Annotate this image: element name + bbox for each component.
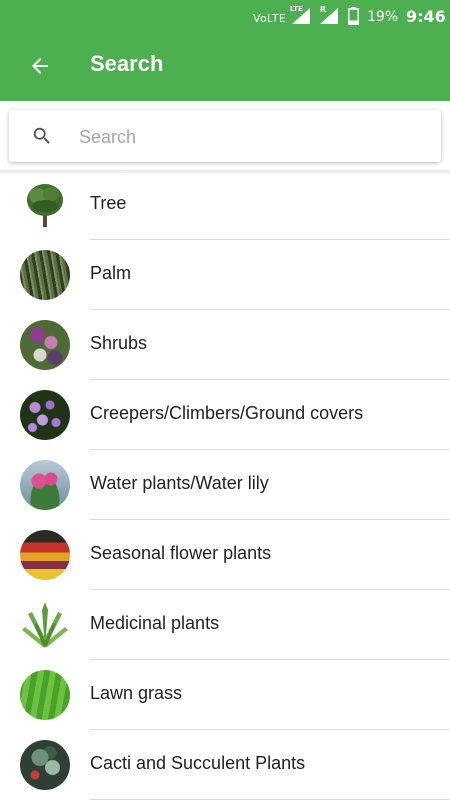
water-lily-image bbox=[20, 460, 70, 510]
page-title: Search bbox=[90, 51, 164, 76]
list-item-label: Lawn grass bbox=[90, 683, 183, 703]
list-item-label: Tree bbox=[90, 193, 127, 213]
battery-percent: 19% bbox=[367, 9, 399, 25]
list-item-label: Palm bbox=[90, 263, 132, 283]
top-bar: VoLTE LTE R 19% 9:46 Search bbox=[0, 0, 450, 101]
network-type: VoLTE bbox=[253, 12, 287, 25]
status-bar: VoLTE LTE R 19% 9:46 bbox=[0, 0, 450, 34]
creepers-image bbox=[20, 390, 70, 440]
app-bar: Search bbox=[0, 34, 450, 101]
cacti-image bbox=[20, 740, 70, 790]
list-item-label: Shrubs bbox=[90, 333, 148, 353]
palm-image bbox=[20, 250, 70, 300]
battery-icon bbox=[348, 7, 359, 25]
list-item-tree[interactable]: Tree bbox=[0, 170, 450, 240]
arrow-left-icon bbox=[32, 58, 48, 74]
search-input[interactable] bbox=[77, 118, 431, 156]
list-item-shrubs[interactable]: Shrubs bbox=[0, 310, 450, 380]
seasonal-flowers-image bbox=[20, 530, 70, 580]
list-item-creepers[interactable]: Creepers/Climbers/Ground covers bbox=[0, 380, 450, 450]
list-item-label: Seasonal flower plants bbox=[90, 543, 272, 563]
shrubs-image bbox=[20, 320, 70, 370]
back-button[interactable] bbox=[22, 48, 58, 84]
aloe-image bbox=[20, 600, 70, 650]
search-bar bbox=[9, 110, 441, 162]
signal-icon bbox=[292, 8, 310, 24]
signal-icon-secondary bbox=[320, 8, 338, 24]
list-item-label: Creepers/Climbers/Ground covers bbox=[90, 403, 364, 423]
list-item-medicinal[interactable]: Medicinal plants bbox=[0, 590, 450, 660]
list-item-lawn-grass[interactable]: Lawn grass bbox=[0, 660, 450, 730]
list-item-label: Cacti and Succulent Plants bbox=[90, 753, 306, 773]
tree-image bbox=[20, 180, 70, 230]
category-list: Tree Palm Shrubs Creepers/Climbers/Groun… bbox=[0, 170, 450, 800]
list-item-palm[interactable]: Palm bbox=[0, 240, 450, 310]
search-screen: VoLTE LTE R 19% 9:46 Search Search Tree … bbox=[0, 0, 450, 800]
search-icon bbox=[33, 127, 50, 144]
list-top-shadow bbox=[0, 170, 450, 175]
lawn-grass-image bbox=[20, 670, 70, 720]
list-item-label: Medicinal plants bbox=[90, 613, 220, 633]
clock: 9:46 bbox=[406, 7, 446, 26]
list-item-seasonal-flowers[interactable]: Seasonal flower plants bbox=[0, 520, 450, 590]
list-item-cacti[interactable]: Cacti and Succulent Plants bbox=[0, 730, 450, 800]
list-item-label: Water plants/Water lily bbox=[90, 473, 269, 493]
list-item-water-plants[interactable]: Water plants/Water lily bbox=[0, 450, 450, 520]
